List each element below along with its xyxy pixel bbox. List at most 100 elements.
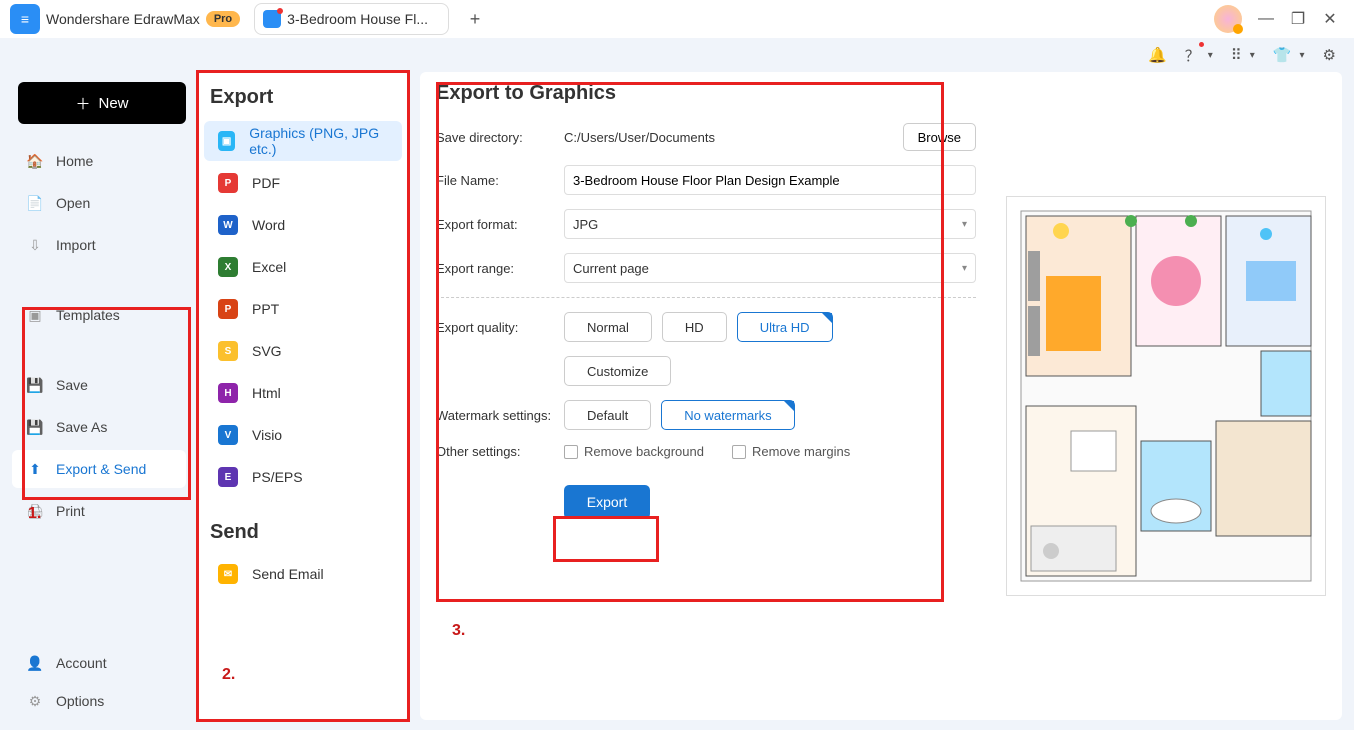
annotation-box-3 [436, 82, 944, 602]
nav-save[interactable]: 💾Save [12, 366, 186, 404]
toolbar-row: 🔔 ？ ▾ ⠿ ▾ 👕 ▾ ⚙ [0, 38, 1354, 72]
pro-badge: Pro [206, 11, 240, 27]
excel-icon: X [218, 257, 238, 277]
quality-hd[interactable]: HD [662, 312, 727, 342]
other-label: Other settings: [436, 444, 564, 459]
chevron-down-icon: ▾ [962, 219, 967, 230]
quality-label: Export quality: [436, 320, 564, 335]
shirt-icon[interactable]: 👕 [1273, 46, 1292, 64]
account-icon: 👤 [26, 654, 44, 672]
file-name-input[interactable] [564, 165, 976, 195]
add-tab-button[interactable]: + [463, 9, 487, 30]
format-label: Export format: [436, 217, 564, 232]
visio-icon: V [218, 425, 238, 445]
watermark-default[interactable]: Default [564, 400, 651, 430]
chevron-down-icon: ▾ [1208, 50, 1213, 61]
app-name: Wondershare EdrawMax [46, 11, 200, 27]
nav-save-as[interactable]: 💾Save As [12, 408, 186, 446]
nav-export-send[interactable]: ⬆Export & Send [12, 450, 186, 488]
help-icon[interactable]: ？ [1185, 45, 1200, 66]
range-select[interactable]: Current page▾ [564, 253, 976, 283]
export-pdf[interactable]: PPDF [204, 163, 402, 203]
quality-ultra-hd[interactable]: Ultra HD [737, 312, 833, 342]
ppt-icon: P [218, 299, 238, 319]
mail-icon: ✉ [218, 564, 238, 584]
annotation-3: 3. [452, 622, 465, 640]
svg-icon: S [218, 341, 238, 361]
word-icon: W [218, 215, 238, 235]
pdf-icon: P [218, 173, 238, 193]
tab-label: 3-Bedroom House Fl... [287, 11, 428, 27]
send-email[interactable]: ✉Send Email [204, 554, 402, 594]
floorplan-preview-icon [1016, 206, 1316, 586]
nav-templates[interactable]: ▣Templates [12, 296, 186, 334]
checkbox-icon [732, 445, 746, 459]
export-icon: ⬆ [26, 460, 44, 478]
image-icon: ▣ [218, 131, 235, 151]
watermark-none[interactable]: No watermarks [661, 400, 794, 430]
export-svg[interactable]: SSVG [204, 331, 402, 371]
export-word[interactable]: WWord [204, 205, 402, 245]
save-dir-value: C:/Users/User/Documents [564, 130, 715, 145]
nav-options[interactable]: ⚙Options [12, 682, 186, 720]
maximize-button[interactable]: ❐ [1290, 9, 1306, 29]
export-list-panel: Export ▣Graphics (PNG, JPG etc.) PPDF WW… [198, 72, 408, 720]
templates-icon: ▣ [26, 306, 44, 324]
quality-normal[interactable]: Normal [564, 312, 652, 342]
apps-icon[interactable]: ⠿ [1231, 46, 1242, 64]
save-dir-label: Save directory: [436, 130, 564, 145]
form-title: Export to Graphics [436, 82, 976, 105]
avatar-icon[interactable] [1214, 5, 1242, 33]
nav-home[interactable]: 🏠Home [12, 142, 186, 180]
range-label: Export range: [436, 261, 564, 276]
folder-icon: 📄 [26, 194, 44, 212]
nav-open[interactable]: 📄Open [12, 184, 186, 222]
browse-button[interactable]: Browse [903, 123, 976, 151]
watermark-label: Watermark settings: [436, 408, 564, 423]
eps-icon: E [218, 467, 238, 487]
export-excel[interactable]: XExcel [204, 247, 402, 287]
new-button[interactable]: ＋ New [18, 82, 186, 124]
minimize-button[interactable]: — [1258, 10, 1274, 28]
export-ppt[interactable]: PPPT [204, 289, 402, 329]
export-button[interactable]: Export [564, 485, 650, 519]
annotation-box-export-btn [553, 516, 659, 562]
file-name-label: File Name: [436, 173, 564, 188]
import-icon: ⇩ [26, 236, 44, 254]
nav-account[interactable]: 👤Account [12, 644, 186, 682]
checkbox-icon [564, 445, 578, 459]
export-visio[interactable]: VVisio [204, 415, 402, 455]
document-icon [263, 10, 281, 28]
chevron-down-icon: ▾ [1300, 50, 1305, 61]
home-icon: 🏠 [26, 152, 44, 170]
bell-icon[interactable]: 🔔 [1148, 46, 1167, 64]
export-title: Export [198, 86, 408, 119]
annotation-1: 1. [28, 505, 41, 523]
preview-thumbnail [1006, 196, 1326, 596]
new-label: New [99, 95, 129, 112]
app-logo-icon: ≡ [10, 4, 40, 34]
export-form-panel: Export to Graphics Save directory: C:/Us… [420, 72, 1342, 720]
titlebar: ≡ Wondershare EdrawMax Pro 3-Bedroom Hou… [0, 0, 1354, 38]
plus-icon: ＋ [75, 93, 90, 114]
export-html[interactable]: HHtml [204, 373, 402, 413]
html-icon: H [218, 383, 238, 403]
customize-button[interactable]: Customize [564, 356, 671, 386]
send-title: Send [198, 499, 408, 552]
document-tab[interactable]: 3-Bedroom House Fl... [254, 3, 449, 35]
nav-import[interactable]: ⇩Import [12, 226, 186, 264]
save-icon: 💾 [26, 376, 44, 394]
preview-area [976, 82, 1326, 710]
options-icon: ⚙ [26, 692, 44, 710]
saveas-icon: 💾 [26, 418, 44, 436]
remove-margins-checkbox[interactable]: Remove margins [732, 444, 850, 459]
divider [436, 297, 976, 298]
remove-bg-checkbox[interactable]: Remove background [564, 444, 704, 459]
export-pseps[interactable]: EPS/EPS [204, 457, 402, 497]
format-select[interactable]: JPG▾ [564, 209, 976, 239]
export-graphics[interactable]: ▣Graphics (PNG, JPG etc.) [204, 121, 402, 161]
chevron-down-icon: ▾ [962, 263, 967, 274]
gear-icon[interactable]: ⚙ [1323, 46, 1336, 64]
sidebar: ＋ New 🏠Home 📄Open ⇩Import ▣Templates 💾Sa… [0, 72, 198, 730]
close-button[interactable]: ✕ [1322, 9, 1338, 29]
